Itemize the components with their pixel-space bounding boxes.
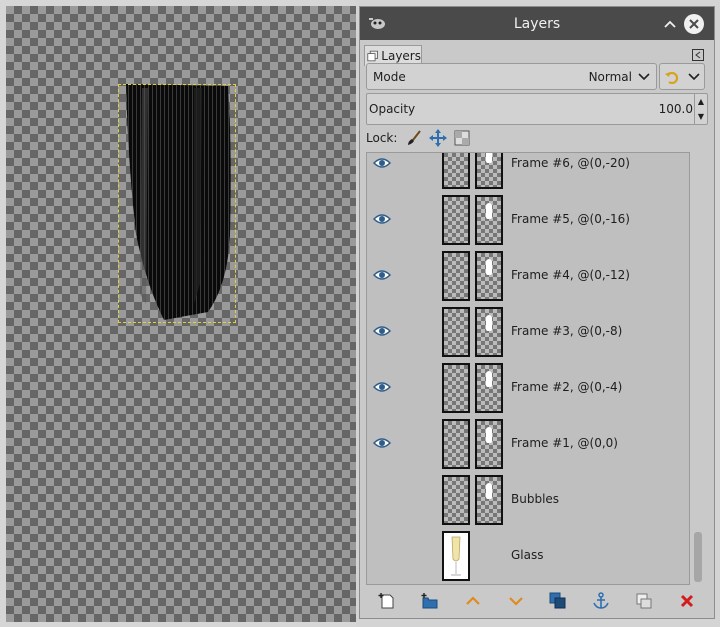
collapse-button[interactable] [660, 14, 680, 34]
layer-thumbnail[interactable] [475, 307, 503, 357]
layer-thumbnail[interactable] [442, 531, 470, 581]
dialog-title: Layers [513, 15, 561, 32]
eye-icon[interactable] [373, 325, 391, 337]
layer-thumbnail[interactable] [475, 195, 503, 245]
layer-name[interactable]: Frame #5, @(0,-16) [511, 212, 630, 226]
eye-icon[interactable] [373, 437, 391, 449]
layer-mask-thumbnail[interactable] [442, 153, 470, 189]
layer-name[interactable]: Frame #2, @(0,-4) [511, 380, 622, 394]
layer-row[interactable]: Frame #6, @(0,-20) [367, 153, 689, 192]
chevron-down-icon [638, 72, 650, 80]
layer-row[interactable]: Frame #3, @(0,-8) [367, 304, 689, 360]
layers-list[interactable]: Frame #6, @(0,-20) Frame #5, @(0,-16) Fr… [366, 152, 690, 585]
gimp-app-icon [369, 18, 385, 29]
mode-switch-button[interactable] [659, 63, 705, 90]
layer-thumbnail[interactable] [475, 475, 503, 525]
layer-row[interactable]: Frame #5, @(0,-16) [367, 192, 689, 248]
layer-row[interactable]: Glass [367, 528, 689, 584]
layer-name[interactable]: Glass [511, 548, 544, 562]
lock-row: Lock: [366, 128, 477, 148]
merge-down-button[interactable] [633, 590, 655, 612]
eye-icon[interactable] [373, 381, 391, 393]
chevron-up-icon [466, 596, 480, 605]
layer-row[interactable]: Bubbles [367, 472, 689, 528]
layer-thumbnail[interactable] [475, 419, 503, 469]
new-layer-button[interactable] [376, 590, 398, 612]
mode-row: Mode Normal [366, 63, 708, 91]
lower-layer-button[interactable] [505, 590, 527, 612]
mode-select[interactable]: Mode Normal [366, 63, 657, 90]
new-layer-icon [378, 593, 394, 609]
mode-value: Normal [588, 69, 632, 84]
close-icon [689, 19, 699, 29]
layer-thumbnail[interactable] [475, 153, 503, 189]
anchor-layer-button[interactable] [590, 590, 612, 612]
chevron-down-icon [688, 72, 700, 80]
chevron-up-icon[interactable]: ▲ [698, 97, 704, 106]
layer-name[interactable]: Frame #1, @(0,0) [511, 436, 618, 450]
delete-icon [680, 594, 693, 608]
layer-name[interactable]: Frame #4, @(0,-12) [511, 268, 630, 282]
close-button[interactable] [684, 14, 704, 34]
raise-layer-button[interactable] [462, 590, 484, 612]
layer-mask-thumbnail[interactable] [442, 251, 470, 301]
new-layer-group-button[interactable] [419, 590, 441, 612]
chevron-down-icon[interactable]: ▼ [698, 112, 704, 121]
lock-label: Lock: [366, 131, 398, 145]
lock-pixels-button[interactable] [405, 129, 423, 147]
opacity-value: 100.0 [658, 102, 693, 116]
eye-icon[interactable] [373, 157, 391, 169]
layer-row[interactable]: Frame #4, @(0,-12) [367, 248, 689, 304]
tab-menu-icon[interactable] [692, 49, 704, 61]
layer-mask-thumbnail[interactable] [442, 363, 470, 413]
dialog-titlebar[interactable]: Layers [360, 7, 714, 40]
merge-down-icon [636, 593, 652, 609]
layer-mask-thumbnail[interactable] [442, 475, 470, 525]
image-canvas-area[interactable] [0, 0, 356, 627]
tab-label: Layers [381, 49, 421, 63]
paintbrush-icon [408, 130, 422, 145]
chevron-down-icon [508, 597, 523, 606]
duplicate-icon [549, 592, 566, 609]
layer-row[interactable]: Frame #2, @(0,-4) [367, 360, 689, 416]
layer-thumbnail[interactable] [475, 363, 503, 413]
mode-label: Mode [373, 69, 406, 84]
move-icon [429, 129, 448, 147]
anchor-icon [593, 592, 609, 609]
layer-name[interactable]: Bubbles [511, 492, 559, 506]
duplicate-layer-button[interactable] [547, 590, 569, 612]
layer-name[interactable]: Frame #3, @(0,-8) [511, 324, 622, 338]
chevron-up-icon [664, 20, 676, 28]
layer-mask-thumbnail[interactable] [442, 195, 470, 245]
layer-mask-thumbnail[interactable] [442, 419, 470, 469]
folder-icon [421, 593, 438, 609]
lock-position-button[interactable] [429, 129, 448, 147]
opacity-label: Opacity [369, 102, 416, 116]
delete-layer-button[interactable] [676, 590, 698, 612]
champagne-glass-icon [451, 536, 461, 576]
opacity-stepper[interactable]: ▲ ▼ [694, 94, 707, 124]
lock-alpha-button[interactable] [453, 129, 471, 147]
reset-mode-icon [665, 71, 679, 84]
layers-scrollbar[interactable] [692, 152, 704, 585]
layer-name[interactable]: Frame #6, @(0,-20) [511, 156, 630, 170]
layer-mask-thumbnail[interactable] [442, 307, 470, 357]
layers-dialog: Layers Layers Mode Normal Opacity 100.0 … [359, 6, 715, 619]
scrollbar-thumb[interactable] [694, 532, 702, 582]
dock-tab-row: Layers [364, 45, 708, 66]
layer-thumbnail[interactable] [475, 251, 503, 301]
layer-row[interactable]: Frame #1, @(0,0) [367, 416, 689, 472]
layers-toolbar [366, 587, 708, 615]
layer-boundary [118, 84, 236, 323]
alpha-checker-icon [454, 130, 470, 146]
opacity-spinscale[interactable]: Opacity 100.0 ▲ ▼ [366, 93, 708, 125]
layers-icon [367, 50, 378, 62]
eye-icon[interactable] [373, 213, 391, 225]
eye-icon[interactable] [373, 269, 391, 281]
